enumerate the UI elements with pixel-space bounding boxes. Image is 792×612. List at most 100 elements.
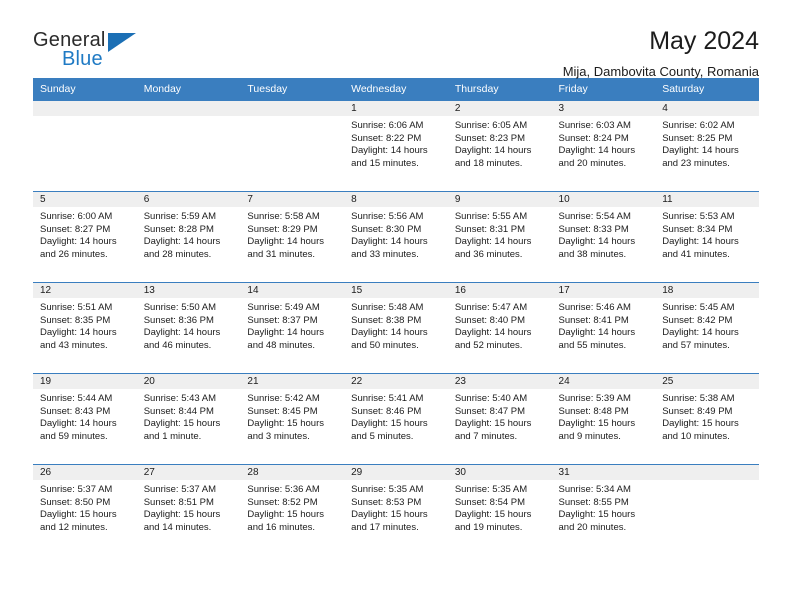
calendar-day-cell[interactable]: 7 Sunrise: 5:58 AM Sunset: 8:29 PM Daylight… (240, 191, 345, 283)
calendar-day-cell[interactable]: 17 Sunrise: 5:46 AM Sunset: 8:41 PM Dayligh… (551, 282, 656, 374)
sunset-text: Sunset: 8:22 PM (351, 132, 422, 144)
weekday-header-monday: Monday (136, 78, 241, 101)
weekday-header-wednesday: Wednesday (344, 78, 448, 101)
calendar-week-row: 5 Sunrise: 6:00 AM Sunset: 8:27 PM Daylight… (33, 191, 759, 283)
calendar-day-cell[interactable]: 21 Sunrise: 5:42 AM Sunset: 8:45 PM Dayligh… (240, 373, 345, 465)
page-title: May 2024 (649, 27, 759, 55)
day-details: Sunrise: 5:41 AM Sunset: 8:46 PM Daylight:… (344, 389, 448, 443)
calendar-day-cell[interactable]: 2 Sunrise: 6:05 AM Sunset: 8:23 PM Daylight… (447, 100, 552, 192)
calendar-day-cell[interactable]: 19 Sunrise: 5:44 AM Sunset: 8:43 PM Dayligh… (33, 373, 137, 465)
sunset-text: Sunset: 8:24 PM (558, 132, 629, 144)
sunrise-text: Sunrise: 6:00 AM (40, 211, 113, 222)
calendar-day-cell[interactable]: 24 Sunrise: 5:39 AM Sunset: 8:48 PM Dayligh… (551, 373, 656, 465)
sunset-text: Sunset: 8:52 PM (247, 496, 318, 508)
calendar-day-cell[interactable]: 4 Sunrise: 6:02 AM Sunset: 8:25 PM Daylight… (655, 100, 759, 192)
sunrise-text: Sunrise: 5:56 AM (351, 211, 424, 222)
day-details: Sunrise: 5:48 AM Sunset: 8:38 PM Daylight:… (344, 298, 448, 352)
calendar-day-cell[interactable]: 31 Sunrise: 5:34 AM Sunset: 8:55 PM Dayligh… (551, 464, 656, 555)
day-details: Sunrise: 5:55 AM Sunset: 8:31 PM Daylight:… (448, 207, 552, 261)
daylight-text-cont: and 41 minutes. (662, 248, 730, 260)
sunrise-text: Sunrise: 5:41 AM (351, 393, 424, 404)
daylight-text: Daylight: 14 hours (662, 236, 739, 248)
daylight-text-cont: and 59 minutes. (40, 430, 108, 442)
calendar-day-cell[interactable]: 1 Sunrise: 6:06 AM Sunset: 8:22 PM Daylight… (344, 100, 448, 192)
calendar-day-cell[interactable]: 8 Sunrise: 5:56 AM Sunset: 8:30 PM Daylight… (344, 191, 448, 283)
sunrise-text: Sunrise: 5:42 AM (247, 393, 320, 404)
sunrise-text: Sunrise: 5:36 AM (247, 484, 320, 495)
sunrise-text: Sunrise: 5:49 AM (247, 302, 320, 313)
day-details: Sunrise: 6:05 AM Sunset: 8:23 PM Daylight:… (448, 116, 552, 170)
calendar-day-cell[interactable]: 28 Sunrise: 5:36 AM Sunset: 8:52 PM Dayligh… (240, 464, 345, 555)
day-number: 8 (344, 192, 448, 207)
day-number: 24 (551, 374, 656, 389)
sunrise-text: Sunrise: 6:05 AM (454, 120, 528, 131)
day-number: 2 (447, 101, 552, 116)
day-details: Sunrise: 5:46 AM Sunset: 8:41 PM Daylight:… (552, 298, 656, 352)
daylight-text: Daylight: 14 hours (40, 236, 117, 248)
daylight-text-cont: and 28 minutes. (143, 248, 212, 260)
calendar-day-cell[interactable]: 5 Sunrise: 6:00 AM Sunset: 8:27 PM Daylight… (33, 191, 137, 283)
daylight-text-cont: and 15 minutes. (351, 157, 419, 169)
sunset-text: Sunset: 8:40 PM (454, 314, 526, 326)
calendar-day-cell[interactable]: 12 Sunrise: 5:51 AM Sunset: 8:35 PM Dayligh… (33, 282, 137, 374)
day-number: 30 (447, 465, 552, 480)
calendar-day-cell[interactable]: 3 Sunrise: 6:03 AM Sunset: 8:24 PM Daylight… (551, 100, 656, 192)
calendar-day-cell[interactable]: 20 Sunrise: 5:43 AM Sunset: 8:44 PM Dayligh… (136, 373, 241, 465)
daylight-text: Daylight: 15 hours (558, 418, 636, 430)
day-details: Sunrise: 5:54 AM Sunset: 8:33 PM Daylight:… (552, 207, 656, 261)
day-number: 4 (655, 101, 759, 116)
sunrise-text: Sunrise: 6:06 AM (351, 120, 424, 131)
daylight-text-cont: and 55 minutes. (558, 339, 627, 351)
general-blue-logo[interactable]: General Blue (33, 26, 153, 76)
calendar-day-cell-empty (136, 100, 241, 192)
daylight-text-cont: and 23 minutes. (662, 157, 730, 169)
daylight-text-cont: and 12 minutes. (40, 521, 108, 533)
day-number: 13 (136, 283, 241, 298)
day-details: Sunrise: 5:43 AM Sunset: 8:44 PM Daylight:… (137, 389, 241, 443)
weekday-header-thursday: Thursday (447, 78, 552, 101)
day-number: 10 (551, 192, 656, 207)
sunrise-text: Sunrise: 5:45 AM (662, 302, 735, 313)
weekday-header-sunday: Sunday (33, 78, 137, 101)
calendar-day-cell[interactable]: 11 Sunrise: 5:53 AM Sunset: 8:34 PM Dayligh… (655, 191, 759, 283)
sunrise-text: Sunrise: 5:59 AM (143, 211, 217, 222)
calendar-day-cell[interactable]: 25 Sunrise: 5:38 AM Sunset: 8:49 PM Dayligh… (655, 373, 759, 465)
calendar-day-cell[interactable]: 10 Sunrise: 5:54 AM Sunset: 8:33 PM Dayligh… (551, 191, 656, 283)
daylight-text: Daylight: 14 hours (558, 236, 636, 248)
calendar-day-cell[interactable]: 29 Sunrise: 5:35 AM Sunset: 8:53 PM Dayligh… (344, 464, 448, 555)
calendar-day-cell[interactable]: 30 Sunrise: 5:35 AM Sunset: 8:54 PM Dayligh… (447, 464, 552, 555)
daylight-text: Daylight: 14 hours (351, 236, 428, 248)
daylight-text-cont: and 20 minutes. (558, 157, 627, 169)
day-number: 21 (240, 374, 345, 389)
calendar-day-cell[interactable]: 18 Sunrise: 5:45 AM Sunset: 8:42 PM Dayligh… (655, 282, 759, 374)
sunset-text: Sunset: 8:37 PM (247, 314, 318, 326)
day-number: 11 (655, 192, 759, 207)
day-details: Sunrise: 6:06 AM Sunset: 8:22 PM Daylight:… (344, 116, 448, 170)
weekday-header-tuesday: Tuesday (240, 78, 345, 101)
day-details: Sunrise: 6:00 AM Sunset: 8:27 PM Daylight:… (33, 207, 137, 261)
sunset-text: Sunset: 8:31 PM (454, 223, 526, 235)
daylight-text: Daylight: 15 hours (351, 418, 428, 430)
calendar-day-cell[interactable]: 15 Sunrise: 5:48 AM Sunset: 8:38 PM Dayligh… (344, 282, 448, 374)
calendar-page: General Blue May 2024 Mija, Dambovita Co… (0, 0, 792, 612)
page-subtitle: Mija, Dambovita County, Romania (562, 64, 759, 79)
daylight-text: Daylight: 15 hours (454, 509, 532, 521)
sunrise-text: Sunrise: 5:55 AM (454, 211, 528, 222)
calendar-day-cell[interactable]: 26 Sunrise: 5:37 AM Sunset: 8:50 PM Dayligh… (33, 464, 137, 555)
day-number: 25 (655, 374, 759, 389)
day-details: Sunrise: 5:53 AM Sunset: 8:34 PM Daylight:… (655, 207, 759, 261)
calendar-day-cell[interactable]: 16 Sunrise: 5:47 AM Sunset: 8:40 PM Dayligh… (447, 282, 552, 374)
day-number: 29 (344, 465, 448, 480)
sunset-text: Sunset: 8:36 PM (143, 314, 214, 326)
calendar-day-cell[interactable]: 6 Sunrise: 5:59 AM Sunset: 8:28 PM Daylight… (136, 191, 241, 283)
calendar-day-cell[interactable]: 9 Sunrise: 5:55 AM Sunset: 8:31 PM Daylight… (447, 191, 552, 283)
daylight-text: Daylight: 15 hours (143, 418, 221, 430)
calendar-day-cell[interactable]: 13 Sunrise: 5:50 AM Sunset: 8:36 PM Dayligh… (136, 282, 241, 374)
daylight-text-cont: and 20 minutes. (558, 521, 627, 533)
calendar-day-cell[interactable]: 23 Sunrise: 5:40 AM Sunset: 8:47 PM Dayligh… (447, 373, 552, 465)
calendar-day-cell[interactable]: 27 Sunrise: 5:37 AM Sunset: 8:51 PM Dayligh… (136, 464, 241, 555)
calendar-day-cell[interactable]: 22 Sunrise: 5:41 AM Sunset: 8:46 PM Dayligh… (344, 373, 448, 465)
calendar-day-cell[interactable]: 14 Sunrise: 5:49 AM Sunset: 8:37 PM Dayligh… (240, 282, 345, 374)
calendar-day-cell-empty (655, 464, 759, 555)
daylight-text: Daylight: 15 hours (40, 509, 117, 521)
